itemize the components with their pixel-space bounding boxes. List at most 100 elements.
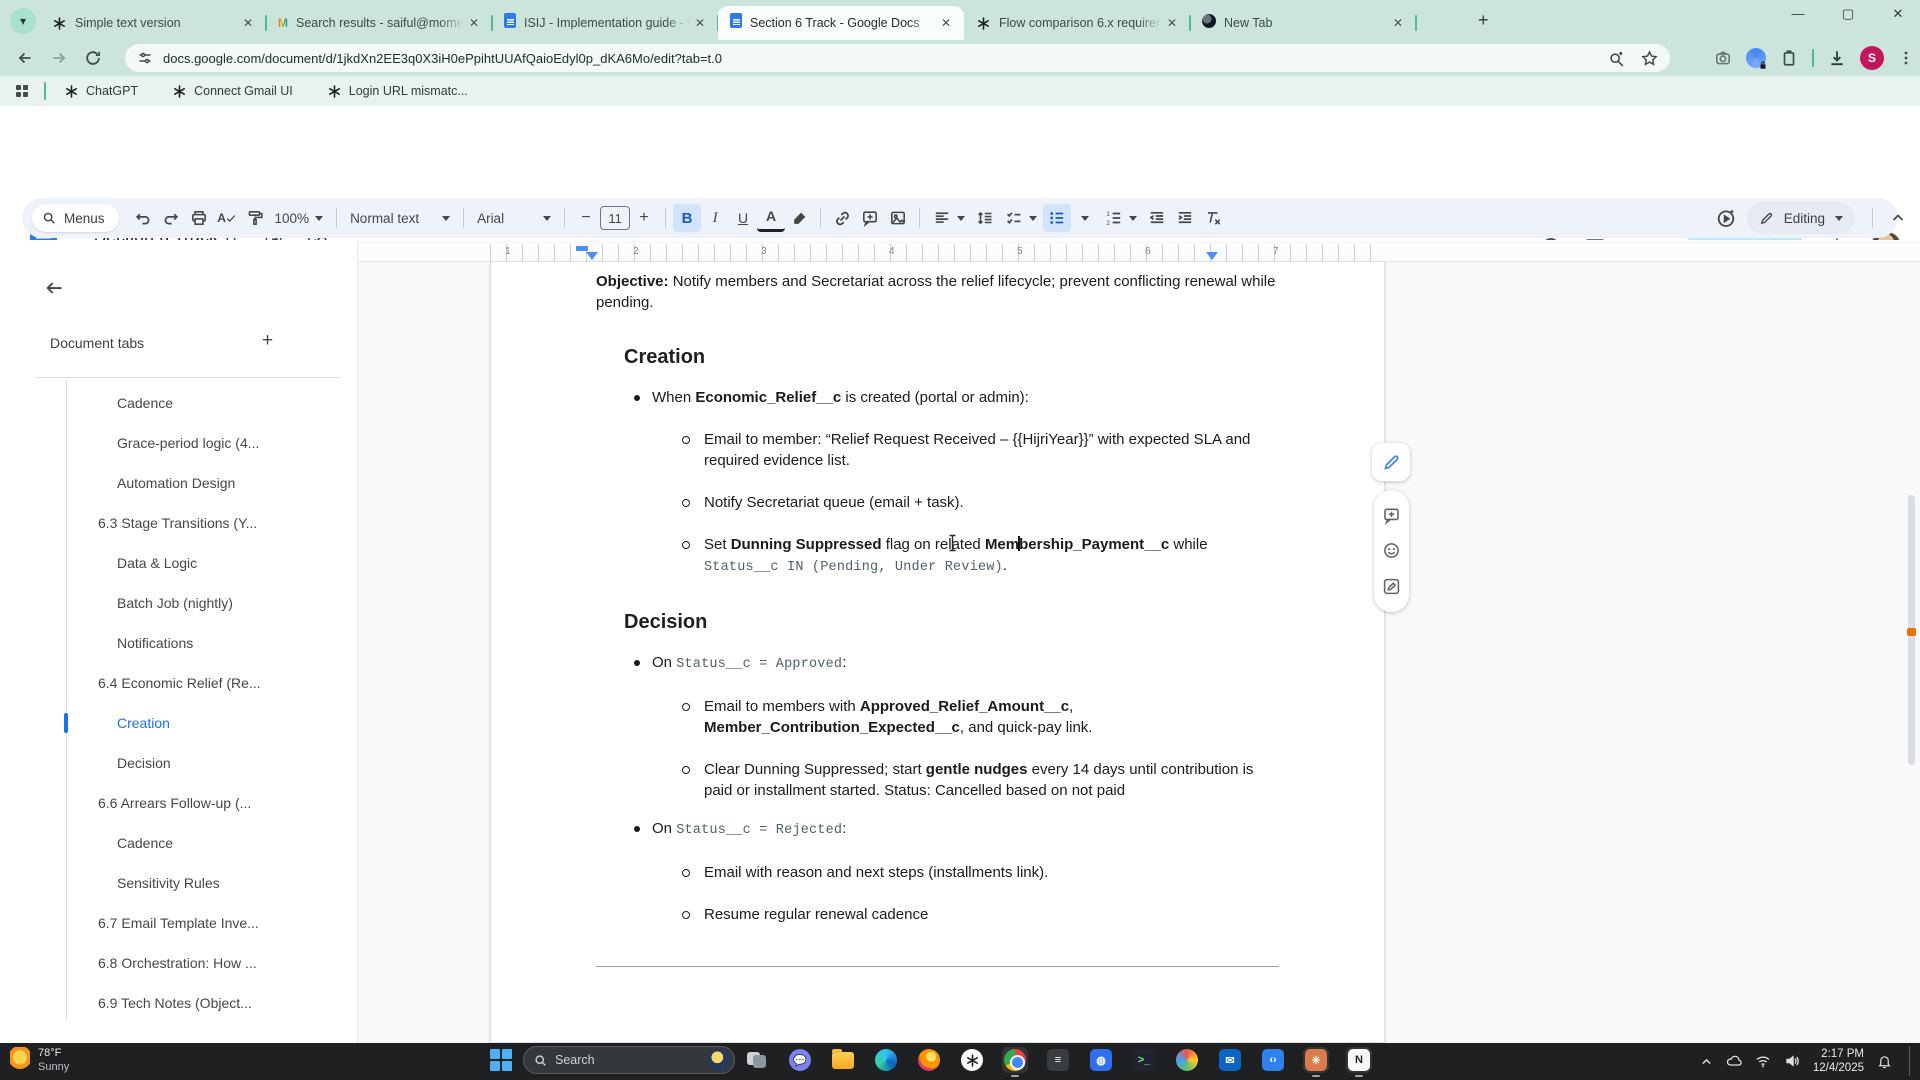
taskbar-task-view-icon[interactable] [744, 1047, 770, 1073]
sidebar-item-data-logic[interactable]: Data & Logic [0, 543, 358, 583]
sidebar-item-sensitivity-rules[interactable]: Sensitivity Rules [0, 863, 358, 903]
bookmark-item-1[interactable]: ChatGPT [64, 84, 138, 99]
address-bar[interactable]: docs.google.com/document/d/1jkdXn2EE3q0X… [125, 44, 1670, 72]
browser-menu-icon[interactable] [1898, 50, 1914, 66]
first-line-indent-marker[interactable] [576, 246, 588, 251]
font-size-decrease-icon[interactable]: − [572, 204, 600, 232]
tab-close-icon[interactable]: ✕ [1162, 14, 1182, 32]
tray-volume-icon[interactable] [1784, 1053, 1800, 1069]
taskbar-paint-icon[interactable] [1174, 1047, 1200, 1073]
line-spacing-icon[interactable] [971, 204, 999, 232]
font-select[interactable]: Arial [471, 204, 557, 232]
taskbar-chrome-icon[interactable] [1002, 1047, 1028, 1073]
italic-button[interactable]: I [701, 204, 729, 232]
bookmark-item-2[interactable]: Connect Gmail UI [172, 84, 293, 99]
taskbar-photos-icon[interactable]: ◍ [1088, 1047, 1114, 1073]
tray-onedrive-icon[interactable] [1726, 1053, 1742, 1069]
sidebar-item-6-8-orchestration-how[interactable]: 6.8 Orchestration: How ... [0, 943, 358, 983]
taskbar-weather-widget[interactable]: 78°F Sunny [10, 1046, 69, 1074]
tab-close-icon[interactable]: ✕ [464, 14, 484, 32]
downloads-icon[interactable] [1828, 49, 1846, 67]
taskbar-vscode-icon[interactable]: ‹› [1260, 1047, 1286, 1073]
forward-icon[interactable] [42, 49, 76, 67]
paint-format-icon[interactable] [241, 204, 269, 232]
bookmark-item-3[interactable]: Login URL mismatc... [327, 84, 468, 99]
apps-grid-icon[interactable] [14, 83, 30, 99]
sidebar-item-6-6-arrears-follow-up[interactable]: 6.6 Arrears Follow-up (... [0, 783, 358, 823]
sidebar-item-cadence[interactable]: Cadence [0, 383, 358, 423]
margin-emoji-icon[interactable] [1382, 541, 1401, 560]
tray-wifi-icon[interactable] [1755, 1053, 1771, 1069]
browser-tab-6[interactable]: New Tab✕ [1190, 6, 1416, 40]
editing-mode-select[interactable]: Editing [1747, 202, 1855, 234]
bookmark-star-icon[interactable] [1641, 50, 1658, 67]
window-close-button[interactable]: ✕ [1884, 6, 1912, 22]
align-button[interactable] [927, 204, 971, 232]
privacy-extension-icon[interactable] [1746, 48, 1766, 68]
browser-tab-3[interactable]: ISIJ - Implementation guide - G✕ [492, 6, 718, 40]
reload-icon[interactable] [76, 49, 110, 67]
taskbar-mail-icon[interactable]: ✉ [1217, 1047, 1243, 1073]
tab-close-icon[interactable]: ✕ [238, 14, 258, 32]
decrease-indent-icon[interactable] [1143, 204, 1171, 232]
taskbar-claude-icon[interactable]: ✳ [1303, 1047, 1329, 1073]
taskbar-chatgpt-icon[interactable] [959, 1047, 985, 1073]
sidebar-item-notifications[interactable]: Notifications [0, 623, 358, 663]
left-indent-marker[interactable] [586, 252, 598, 260]
spell-check-icon[interactable]: A [213, 204, 241, 232]
taskbar-edge-icon[interactable] [873, 1047, 899, 1073]
insert-image-icon[interactable] [884, 204, 912, 232]
font-size-increase-icon[interactable]: + [630, 204, 658, 232]
browser-profile-avatar[interactable]: S [1860, 46, 1884, 70]
redo-icon[interactable] [157, 204, 185, 232]
site-info-icon[interactable] [137, 50, 153, 66]
numbered-list-button[interactable]: 12 [1099, 204, 1143, 232]
sidebar-item-6-3-stage-transitions-y[interactable]: 6.3 Stage Transitions (Y... [0, 503, 358, 543]
new-tab-button[interactable]: + [1478, 11, 1489, 29]
back-icon[interactable] [8, 49, 42, 67]
screenshot-camera-icon[interactable] [1714, 49, 1732, 67]
hide-menus-chevron-icon[interactable] [1890, 210, 1906, 226]
taskbar-terminal-icon[interactable]: >_ [1131, 1047, 1157, 1073]
search-lens-icon[interactable] [1608, 50, 1625, 67]
sidebar-item-batch-job-nightly[interactable]: Batch Job (nightly) [0, 583, 358, 623]
right-indent-marker[interactable] [1206, 252, 1218, 260]
start-button[interactable] [488, 1047, 514, 1073]
document-scrollbar[interactable] [1907, 240, 1916, 1043]
styles-select[interactable]: Normal text [344, 204, 456, 232]
window-minimize-button[interactable]: — [1784, 6, 1812, 22]
taskbar-firefox-icon[interactable] [916, 1047, 942, 1073]
bulleted-list-button[interactable] [1043, 204, 1071, 232]
margin-edit-pencil-button[interactable] [1372, 443, 1410, 481]
tab-close-icon[interactable]: ✕ [1388, 14, 1408, 32]
taskbar-clock[interactable]: 2:17 PM 12/4/2025 [1813, 1047, 1864, 1075]
browser-tab-4[interactable]: Section 6 Track - Google Docs✕ [718, 6, 964, 40]
document-page[interactable]: Objective: Notify members and Secretaria… [490, 262, 1385, 1043]
sidebar-item-6-9-tech-notes-object[interactable]: 6.9 Tech Notes (Object... [0, 983, 358, 1023]
window-maximize-button[interactable]: ▢ [1834, 6, 1862, 22]
increase-indent-icon[interactable] [1171, 204, 1199, 232]
sidebar-back-icon[interactable] [44, 278, 64, 298]
checklist-button[interactable] [999, 204, 1043, 232]
sidebar-item-decision[interactable]: Decision [0, 743, 358, 783]
taskbar-search-box[interactable]: Search [523, 1046, 735, 1074]
taskbar-notepad-icon[interactable]: ≡ [1045, 1047, 1071, 1073]
add-tab-icon[interactable]: + [262, 330, 273, 352]
extensions-icon[interactable] [1780, 49, 1798, 67]
tray-hidden-icons-chevron[interactable] [1700, 1055, 1713, 1068]
notifications-bell-icon[interactable] [1877, 1054, 1892, 1069]
sidebar-item-6-4-economic-relief-re[interactable]: 6.4 Economic Relief (Re... [0, 663, 358, 703]
sidebar-item-cadence[interactable]: Cadence [0, 823, 358, 863]
tab-search-icon[interactable]: ▾ [10, 8, 36, 34]
sidebar-item-6-7-email-template-inve[interactable]: 6.7 Email Template Inve... [0, 903, 358, 943]
tab-close-icon[interactable]: ✕ [936, 14, 956, 32]
margin-add-comment-icon[interactable] [1382, 506, 1401, 525]
clear-formatting-icon[interactable] [1199, 204, 1227, 232]
highlight-button[interactable] [785, 204, 813, 232]
sidebar-item-automation-design[interactable]: Automation Design [0, 463, 358, 503]
text-color-button[interactable]: A [757, 204, 785, 232]
browser-tab-5[interactable]: Flow comparison 6.x requireme✕ [964, 6, 1190, 40]
print-icon[interactable] [185, 204, 213, 232]
insert-link-icon[interactable] [828, 204, 856, 232]
sidebar-item-creation[interactable]: Creation [0, 703, 358, 743]
